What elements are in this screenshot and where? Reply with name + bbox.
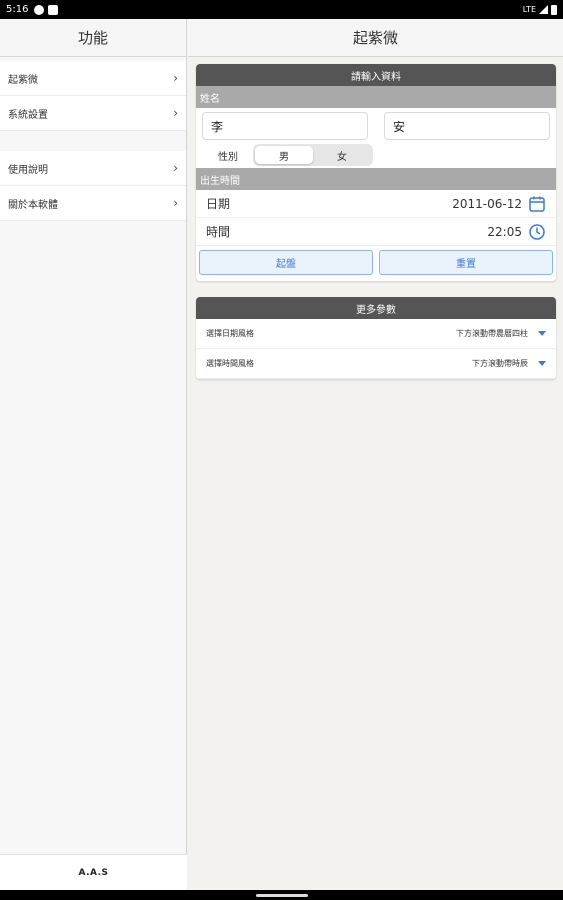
sidebar-item-label: 使用說明 (8, 164, 48, 176)
storage-notification-icon (48, 4, 59, 15)
params-card-title: 更多參數 (196, 297, 556, 319)
sidebar: 功能 起紫微 › 系統設置 › 使用說明 › 關於本軟體 › A.A.S (0, 19, 187, 890)
chevron-right-icon: › (173, 106, 178, 120)
status-right: LTE (522, 4, 557, 15)
calendar-icon[interactable] (528, 195, 546, 213)
sidebar-item-help[interactable]: 使用說明 › (0, 151, 186, 186)
system-nav-bar (0, 890, 563, 900)
name-row (196, 108, 556, 142)
chevron-right-icon: › (173, 161, 178, 175)
date-value: 2011-06-12 (452, 196, 522, 211)
surname-input[interactable] (202, 112, 368, 140)
date-style-row[interactable]: 選擇日期風格 下方滾動帶農曆四柱 (196, 319, 556, 349)
gesture-handle[interactable] (256, 894, 308, 897)
sidebar-item-label: 關於本軟體 (8, 199, 58, 211)
gender-option-female[interactable]: 女 (313, 146, 371, 164)
page-title: 起紫微 (188, 19, 563, 57)
input-card-title: 請輸入資料 (196, 64, 556, 86)
chevron-right-icon: › (173, 196, 178, 210)
gender-option-male[interactable]: 男 (255, 146, 313, 164)
chevron-right-icon: › (173, 71, 178, 85)
sidebar-title: 功能 (0, 19, 186, 57)
time-row[interactable]: 時間 22:05 (196, 218, 556, 246)
dropdown-arrow-icon[interactable] (538, 361, 546, 366)
date-label: 日期 (206, 197, 231, 211)
status-bar: 5:16 LTE (0, 0, 563, 19)
signal-icon (539, 5, 548, 14)
sidebar-item-settings[interactable]: 系統設置 › (0, 96, 186, 131)
action-buttons: 起盤 重置 (196, 246, 556, 281)
sidebar-item-chart[interactable]: 起紫微 › (0, 61, 186, 96)
given-name-input[interactable] (384, 112, 550, 140)
date-row[interactable]: 日期 2011-06-12 (196, 190, 556, 218)
main-panel: 起紫微 請輸入資料 姓名 性別 男 女 出生時間 日期 2011-06-12 (188, 19, 563, 890)
param-value: 下方滾動帶農曆四柱 (456, 329, 528, 338)
gender-label: 性別 (218, 151, 238, 163)
sidebar-item-label: 起紫微 (8, 74, 38, 86)
param-label: 選擇時間風格 (206, 359, 254, 368)
param-label: 選擇日期風格 (206, 329, 254, 338)
sidebar-group-info: 使用說明 › 關於本軟體 › (0, 151, 186, 221)
reset-button[interactable]: 重置 (379, 250, 553, 275)
start-chart-button[interactable]: 起盤 (199, 250, 373, 275)
time-label: 時間 (206, 225, 231, 239)
params-card: 更多參數 選擇日期風格 下方滾動帶農曆四柱 選擇時間風格 下方滾動帶時辰 (196, 297, 556, 379)
battery-icon (551, 4, 557, 15)
input-card: 請輸入資料 姓名 性別 男 女 出生時間 日期 2011-06-12 (196, 64, 556, 281)
time-value: 22:05 (487, 224, 522, 239)
name-section-label: 姓名 (196, 86, 556, 108)
network-type: LTE (522, 5, 536, 14)
app: 功能 起紫微 › 系統設置 › 使用說明 › 關於本軟體 › A.A.S 起紫微 (0, 19, 563, 890)
clock-icon[interactable] (528, 223, 546, 241)
param-value: 下方滾動帶時辰 (472, 359, 528, 368)
status-time: 5:16 (6, 4, 29, 15)
sidebar-item-label: 系統設置 (8, 109, 48, 121)
time-style-row[interactable]: 選擇時間風格 下方滾動帶時辰 (196, 349, 556, 379)
birth-section-label: 出生時間 (196, 168, 556, 190)
sidebar-item-about[interactable]: 關於本軟體 › (0, 186, 186, 221)
dropdown-arrow-icon[interactable] (538, 331, 546, 336)
sidebar-group-main: 起紫微 › 系統設置 › (0, 61, 186, 131)
sidebar-footer: A.A.S (0, 854, 187, 890)
gender-segmented-control: 男 女 (253, 144, 373, 166)
gender-row: 性別 男 女 (196, 142, 556, 168)
app-notification-icon (34, 4, 45, 15)
